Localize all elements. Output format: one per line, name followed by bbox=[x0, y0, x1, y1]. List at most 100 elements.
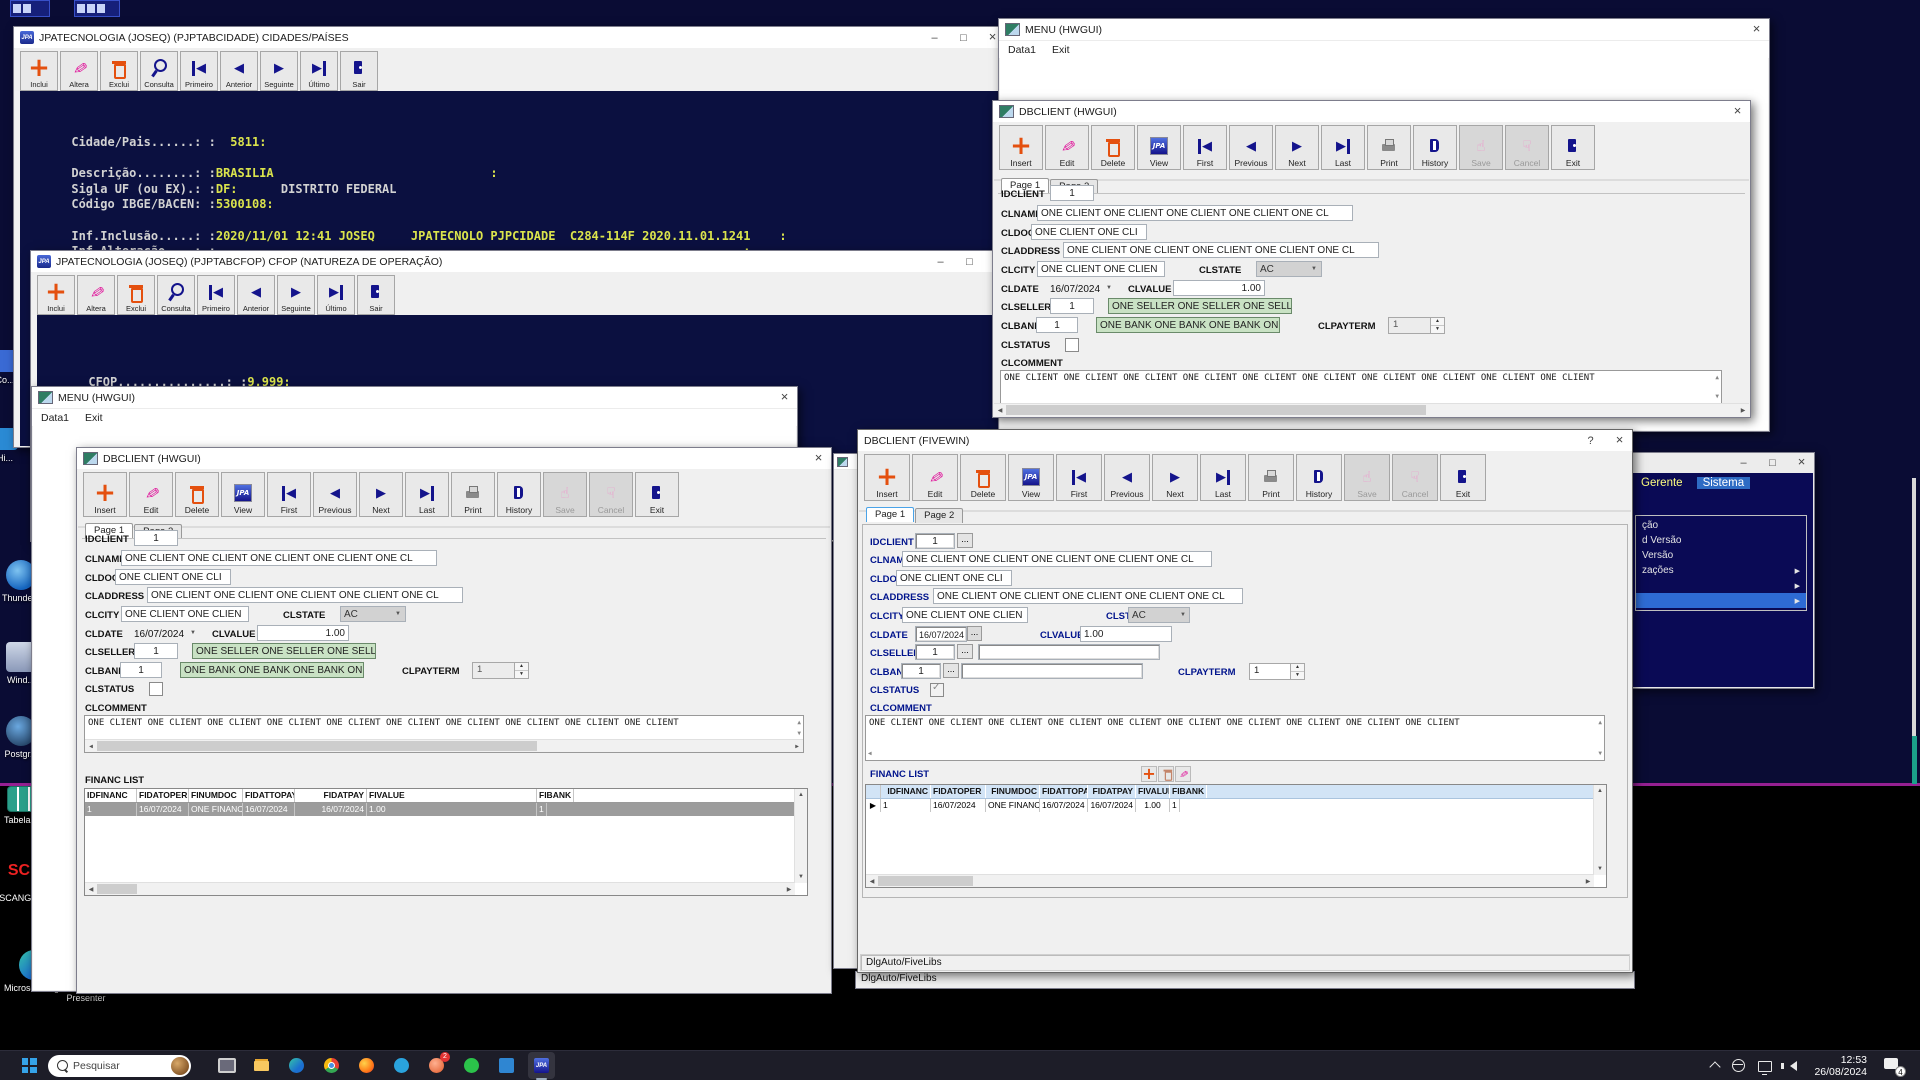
toolbar-button[interactable]: First bbox=[267, 472, 311, 517]
toolbar-button[interactable]: Next bbox=[359, 472, 403, 517]
spinner-up-icon[interactable]: ▲ bbox=[1431, 318, 1444, 326]
cldate-input[interactable]: 16/07/2024 bbox=[1050, 284, 1100, 295]
toolbar-button[interactable]: History bbox=[497, 472, 541, 517]
menu-item-exit[interactable]: Exit bbox=[85, 412, 103, 424]
toolbar-button[interactable]: Inclui bbox=[37, 275, 75, 315]
clcity-input[interactable]: ONE CLIENT ONE CLIEN bbox=[1037, 261, 1165, 277]
toolbar-button[interactable]: Last bbox=[1321, 125, 1365, 170]
financ-header-cell[interactable]: FIDATTOPAY bbox=[243, 789, 295, 802]
menu-item-data1[interactable]: Data1 bbox=[41, 412, 69, 424]
toolbar-button[interactable]: Altera bbox=[77, 275, 115, 315]
idclient-input[interactable]: 1 bbox=[915, 533, 955, 549]
toolbar-button[interactable]: Last bbox=[405, 472, 449, 517]
toolbar-button[interactable]: Seguinte bbox=[277, 275, 315, 315]
idclient-input[interactable]: 1 bbox=[134, 530, 178, 546]
clvalue-input[interactable]: 1.00 bbox=[257, 625, 349, 641]
speaker-icon[interactable] bbox=[1785, 1061, 1797, 1071]
notifications-button[interactable]: 4 bbox=[1884, 1057, 1904, 1075]
toolbar-button[interactable]: Edit bbox=[129, 472, 173, 517]
close-button[interactable] bbox=[1731, 101, 1744, 122]
close-button[interactable] bbox=[1750, 19, 1763, 40]
financ-header-cell[interactable]: FIDATOPER bbox=[137, 789, 189, 802]
financ-cell[interactable]: 1 bbox=[881, 799, 931, 812]
jpa-app-icon[interactable] bbox=[528, 1052, 555, 1079]
edit-row-button[interactable] bbox=[1175, 766, 1191, 782]
toolbar-button[interactable]: Cancel bbox=[1392, 454, 1438, 501]
scroll-up-icon[interactable]: ▲ bbox=[1598, 717, 1602, 728]
lookup-button[interactable] bbox=[957, 644, 973, 659]
scroll-right-icon[interactable]: ▶ bbox=[1737, 407, 1749, 414]
financ-header-cell[interactable]: FIDATPAY bbox=[295, 789, 367, 802]
toolbar-button[interactable]: View bbox=[1137, 125, 1181, 170]
titlebar[interactable]: MENU (HWGUI) bbox=[999, 19, 1769, 41]
financ-header-cell[interactable]: IDFINANC bbox=[85, 789, 137, 802]
tab-page2[interactable]: Page 2 bbox=[915, 508, 963, 523]
scroll-down-icon[interactable]: ▼ bbox=[1715, 391, 1719, 402]
toolbar-button[interactable]: Print bbox=[1367, 125, 1411, 170]
clseller-id-input[interactable]: 1 bbox=[1050, 298, 1094, 314]
clname-input[interactable]: ONE CLIENT ONE CLIENT ONE CLIENT ONE CLI… bbox=[1037, 205, 1353, 221]
dropdown-menu-item[interactable] bbox=[1636, 578, 1806, 593]
toolbar-button[interactable]: Último bbox=[317, 275, 355, 315]
delete-row-button[interactable] bbox=[1158, 766, 1174, 782]
toolbar-button[interactable]: Print bbox=[1248, 454, 1294, 501]
add-row-button[interactable] bbox=[1141, 766, 1157, 782]
toolbar-button[interactable]: Insert bbox=[999, 125, 1043, 170]
toolbar-button[interactable]: Sair bbox=[357, 275, 395, 315]
search-highlight-image[interactable] bbox=[171, 1057, 189, 1075]
financ-table[interactable]: IDFINANCFIDATOPERFINUMDOCFIDATTOPAYFIDAT… bbox=[84, 788, 808, 896]
clcomment-textarea[interactable]: ONE CLIENT ONE CLIENT ONE CLIENT ONE CLI… bbox=[865, 715, 1605, 761]
titlebar[interactable]: JPATECNOLOGIA (JOSEQ) (PJPTABCFOP) CFOP … bbox=[31, 251, 1011, 273]
cldate-input[interactable]: 16/07/2024 bbox=[134, 629, 184, 640]
language-globe-icon[interactable] bbox=[1732, 1059, 1745, 1072]
toolbar-button[interactable]: Consulta bbox=[140, 51, 178, 91]
clock[interactable]: 12:53 26/08/2024 bbox=[1814, 1054, 1867, 1078]
toolbar-button[interactable]: Cancel bbox=[1505, 125, 1549, 170]
minimize-button[interactable] bbox=[928, 28, 941, 48]
dropdown-menu-item[interactable]: ção bbox=[1636, 518, 1806, 533]
claddress-input[interactable]: ONE CLIENT ONE CLIENT ONE CLIENT ONE CLI… bbox=[933, 588, 1243, 604]
scroll-up-icon[interactable]: ▲ bbox=[795, 789, 807, 801]
clcity-input[interactable]: ONE CLIENT ONE CLIEN bbox=[121, 606, 249, 622]
toolbar-button[interactable]: View bbox=[221, 472, 265, 517]
dropdown-menu-item[interactable]: zações bbox=[1636, 563, 1806, 578]
toolbar-button[interactable]: Insert bbox=[83, 472, 127, 517]
clcomment-textarea[interactable]: ONE CLIENT ONE CLIENT ONE CLIENT ONE CLI… bbox=[84, 715, 804, 753]
scroll-right-icon[interactable]: ▶ bbox=[783, 886, 795, 893]
maximize-button[interactable] bbox=[957, 28, 970, 48]
titlebar[interactable] bbox=[1630, 453, 1814, 473]
vertical-scrollbar[interactable]: ▲ ▼ bbox=[1593, 785, 1606, 875]
toolbar-button[interactable]: Save bbox=[1344, 454, 1390, 501]
toolbar-button[interactable]: Exit bbox=[1551, 125, 1595, 170]
spinner-down-icon[interactable]: ▼ bbox=[1291, 672, 1304, 679]
spinner-down-icon[interactable]: ▼ bbox=[1431, 326, 1444, 333]
clpayterm-stepper[interactable]: 1 ▲▼ bbox=[1388, 317, 1445, 334]
financ-cell[interactable]: 1 bbox=[537, 803, 547, 816]
close-button[interactable] bbox=[778, 387, 791, 408]
lookup-button[interactable] bbox=[957, 533, 973, 548]
scroll-right-icon[interactable]: ▶ bbox=[1582, 878, 1594, 885]
toolbar-button[interactable]: Consulta bbox=[157, 275, 195, 315]
financ-header-cell[interactable]: FIVALUE bbox=[1136, 785, 1170, 798]
toolbar-button[interactable]: Delete bbox=[960, 454, 1006, 501]
financ-cell[interactable]: 16/07/2024 bbox=[931, 799, 986, 812]
scroll-down-icon[interactable]: ▼ bbox=[1598, 748, 1602, 759]
minimize-button[interactable] bbox=[1737, 453, 1750, 473]
financ-header-cell[interactable]: FINUMDOC bbox=[189, 789, 243, 802]
clpayterm-stepper[interactable]: 1 ▲▼ bbox=[472, 662, 529, 679]
toolbar-button[interactable]: Edit bbox=[1045, 125, 1089, 170]
titlebar[interactable]: MENU (HWGUI) bbox=[32, 387, 797, 409]
financ-header-cell[interactable]: FIVALUE bbox=[367, 789, 537, 802]
scroll-left-icon[interactable]: ◀ bbox=[994, 407, 1006, 414]
titlebar[interactable]: DBCLIENT (HWGUI) bbox=[77, 448, 831, 470]
toolbar-button[interactable]: Exclui bbox=[100, 51, 138, 91]
scroll-down-icon[interactable]: ▼ bbox=[797, 728, 801, 739]
toolbar-button[interactable]: Anterior bbox=[237, 275, 275, 315]
scroll-left-icon[interactable]: ◀ bbox=[85, 886, 97, 893]
cldate-input[interactable]: 16/07/2024 bbox=[915, 626, 967, 642]
toolbar-button[interactable]: Seguinte bbox=[260, 51, 298, 91]
scroll-down-icon[interactable]: ▼ bbox=[795, 871, 807, 883]
chevron-down-icon[interactable]: ▼ bbox=[1106, 285, 1112, 291]
clstatus-checkbox[interactable] bbox=[149, 682, 163, 696]
titlebar[interactable]: JPATECNOLOGIA (JOSEQ) (PJPTABCIDADE) CID… bbox=[14, 27, 1005, 49]
